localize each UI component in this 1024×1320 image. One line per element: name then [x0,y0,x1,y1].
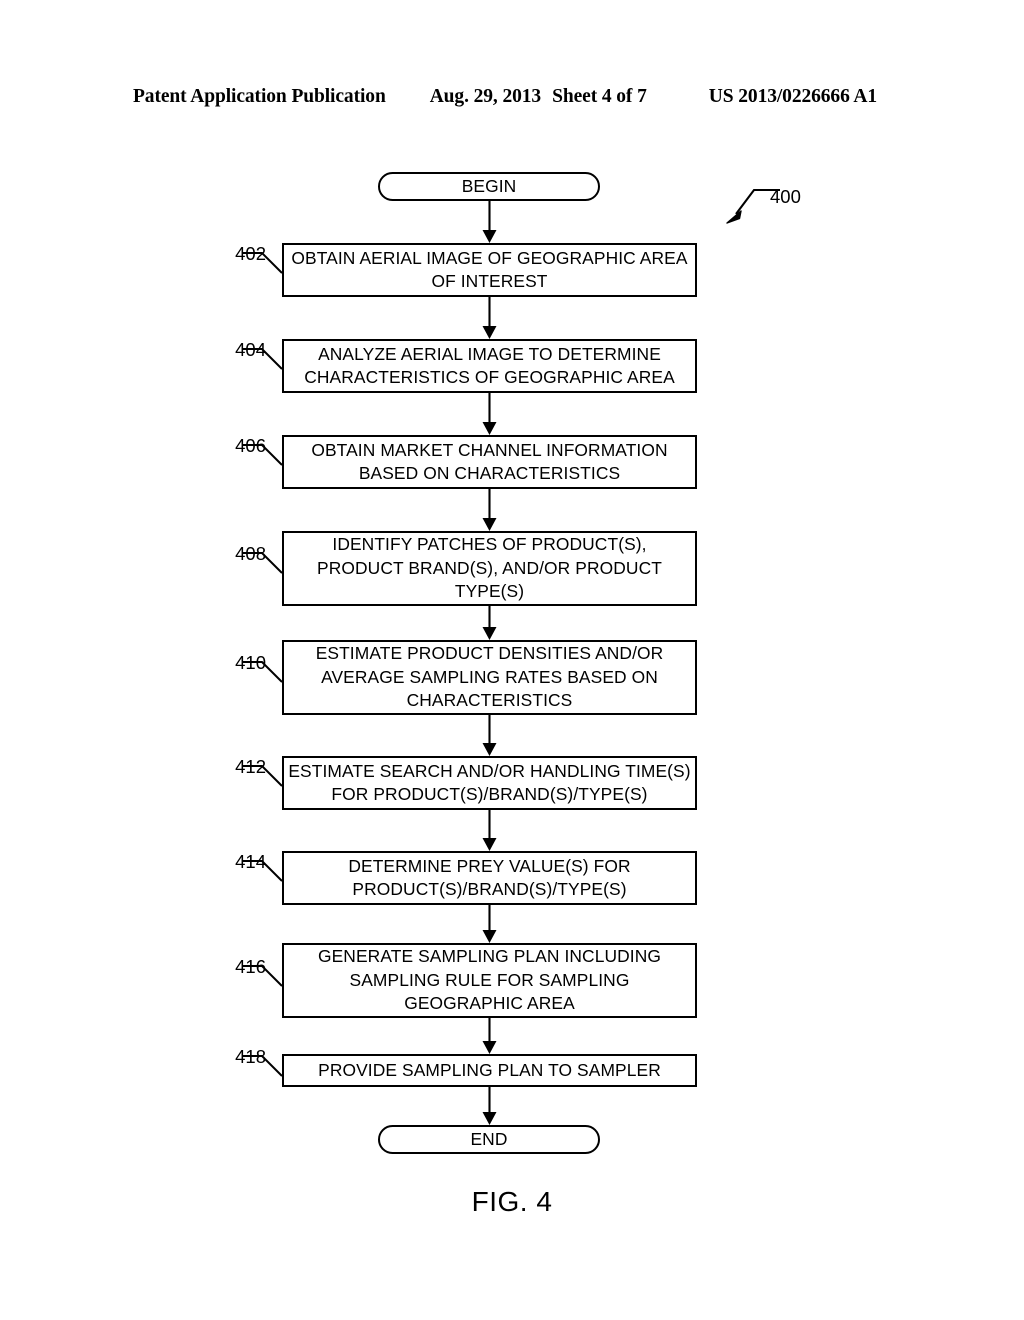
leader-line-416-icon [243,965,283,987]
node-416: GENERATE SAMPLING PLAN INCLUDING SAMPLIN… [282,943,697,1018]
leader-line-404-icon [243,348,283,370]
node-410: ESTIMATE PRODUCT DENSITIES AND/OR AVERAG… [282,640,697,715]
leader-line-418-icon [243,1055,283,1077]
connector-arrow-406-408 [482,489,497,531]
leader-line-414-icon [243,860,283,882]
node-414: DETERMINE PREY VALUE(S) FOR PRODUCT(S)/B… [282,851,697,905]
node-412-label: ESTIMATE SEARCH AND/OR HANDLING TIME(S) … [288,760,691,805]
connector-arrow-408-410 [482,606,497,640]
node-begin: BEGIN [378,172,600,201]
connector-arrow-416-418 [482,1018,497,1054]
connector-arrow-404-406 [482,393,497,435]
node-404-label: ANALYZE AERIAL IMAGE TO DETERMINE CHARAC… [304,343,675,388]
connector-arrow-418-end [482,1087,497,1125]
node-408-label: IDENTIFY PATCHES OF PRODUCT(S), PRODUCT … [317,534,662,602]
figure-caption: FIG. 4 [471,1186,553,1217]
leader-line-410-icon [243,661,283,683]
node-406-label: OBTAIN MARKET CHANNEL INFORMATION BASED … [311,439,668,484]
leader-line-412-icon [243,765,283,787]
node-begin-label: BEGIN [461,175,517,196]
connector-arrow-begin-402 [482,201,497,243]
patent-drawing-page: Patent Application Publication Aug. 29, … [0,0,1024,1320]
node-418-label: PROVIDE SAMPLING PLAN TO SAMPLER [318,1059,661,1080]
node-404: ANALYZE AERIAL IMAGE TO DETERMINE CHARAC… [282,339,697,393]
leader-line-406-icon [243,444,283,466]
node-406: OBTAIN MARKET CHANNEL INFORMATION BASED … [282,435,697,489]
connector-arrow-410-412 [482,715,497,756]
node-410-label: ESTIMATE PRODUCT DENSITIES AND/OR AVERAG… [315,643,664,711]
leader-line-402-icon [243,252,283,274]
node-end: END [378,1125,600,1154]
node-402-label: OBTAIN AERIAL IMAGE OF GEOGRAPHIC AREA O… [291,247,688,292]
callout-400-leader-icon [726,188,780,224]
flowchart-400: BEGIN 400 402 OBTAIN AERIAL IMAGE OF GEO… [0,0,1024,1320]
node-412: ESTIMATE SEARCH AND/OR HANDLING TIME(S) … [282,756,697,810]
connector-arrow-402-404 [482,297,497,339]
leader-line-408-icon [243,552,283,574]
node-414-label: DETERMINE PREY VALUE(S) FOR PRODUCT(S)/B… [348,855,631,900]
node-416-label: GENERATE SAMPLING PLAN INCLUDING SAMPLIN… [317,946,662,1014]
node-408: IDENTIFY PATCHES OF PRODUCT(S), PRODUCT … [282,531,697,606]
node-402: OBTAIN AERIAL IMAGE OF GEOGRAPHIC AREA O… [282,243,697,297]
node-end-label: END [470,1128,508,1149]
node-418: PROVIDE SAMPLING PLAN TO SAMPLER [282,1054,697,1087]
connector-arrow-414-416 [482,905,497,943]
connector-arrow-412-414 [482,810,497,851]
